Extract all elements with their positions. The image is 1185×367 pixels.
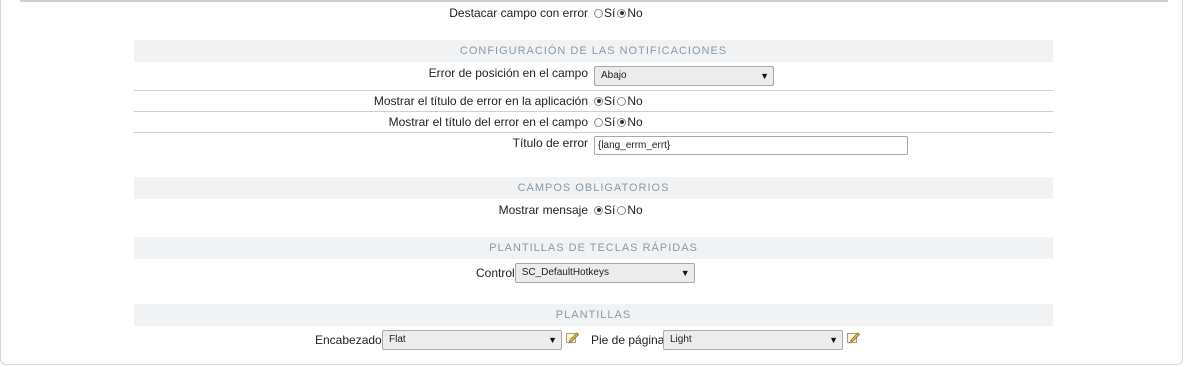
caret-down-icon: ▼ bbox=[760, 71, 769, 81]
section-notifications-title: CONFIGURACIÓN DE LAS NOTIFICACIONES bbox=[134, 40, 1053, 62]
separator bbox=[134, 111, 1053, 112]
show-title-field-label: Mostrar el título del error en el campo bbox=[388, 115, 588, 129]
show-message-yes-label: Sí bbox=[604, 203, 616, 217]
edit-pencil-icon[interactable] bbox=[847, 331, 860, 344]
row-error-position: Error de posición en el campo Abajo ▼ bbox=[134, 66, 1053, 88]
row-hotkeys-control: Control SC_DefaultHotkeys ▼ bbox=[476, 263, 695, 283]
separator bbox=[134, 90, 1053, 91]
row-show-title-field: Mostrar el título del error en el campo … bbox=[134, 115, 1053, 131]
hotkeys-control-value: SC_DefaultHotkeys bbox=[521, 267, 609, 278]
row-show-title-app: Mostrar el título de error en la aplicac… bbox=[134, 94, 1053, 110]
error-title-input[interactable]: {lang_errm_errt} bbox=[594, 136, 908, 155]
show-title-app-yes-label: Sí bbox=[604, 94, 616, 108]
row-highlight-field: Destacar campo con error Sí No bbox=[134, 6, 1053, 22]
edit-pencil-icon[interactable] bbox=[566, 331, 579, 344]
error-title-label: Título de error bbox=[512, 136, 588, 150]
separator bbox=[134, 132, 1053, 133]
highlight-field-no-label: No bbox=[627, 6, 643, 20]
caret-down-icon: ▼ bbox=[680, 268, 690, 278]
error-position-value: Abajo bbox=[601, 70, 627, 81]
show-message-yes-radio[interactable] bbox=[594, 205, 603, 215]
caret-down-icon: ▼ bbox=[829, 335, 838, 345]
show-title-app-label: Mostrar el título de error en la aplicac… bbox=[373, 94, 588, 108]
show-title-app-yes-radio[interactable] bbox=[594, 96, 603, 106]
show-title-field-no-label: No bbox=[627, 115, 643, 129]
template-header-label: Encabezado bbox=[315, 333, 382, 347]
row-error-title: Título de error {lang_errm_errt} bbox=[134, 136, 1053, 156]
template-header-select[interactable]: Flat ▼ bbox=[382, 330, 562, 350]
error-position-select[interactable]: Abajo ▼ bbox=[594, 66, 774, 86]
top-divider bbox=[20, 0, 1168, 2]
highlight-field-yes-label: Sí bbox=[604, 6, 616, 20]
show-title-field-yes-label: Sí bbox=[604, 115, 616, 129]
show-title-field-yes-radio[interactable] bbox=[594, 117, 603, 127]
template-footer-value: Light bbox=[670, 334, 692, 345]
show-message-no-label: No bbox=[627, 203, 643, 217]
caret-down-icon: ▼ bbox=[548, 335, 557, 345]
show-message-label: Mostrar mensaje bbox=[498, 203, 588, 217]
highlight-field-label: Destacar campo con error bbox=[449, 6, 588, 20]
row-show-message: Mostrar mensaje Sí No bbox=[134, 203, 1053, 219]
section-templates-title: PLANTILLAS bbox=[134, 304, 1053, 326]
highlight-field-yes-radio[interactable] bbox=[594, 8, 603, 18]
error-position-label: Error de posición en el campo bbox=[428, 66, 588, 80]
hotkeys-control-select[interactable]: SC_DefaultHotkeys ▼ bbox=[514, 263, 695, 283]
show-title-field-no-radio[interactable] bbox=[617, 117, 627, 127]
highlight-field-radios: Sí No bbox=[594, 6, 645, 20]
section-required-title: CAMPOS OBLIGATORIOS bbox=[134, 177, 1053, 199]
highlight-field-no-radio[interactable] bbox=[617, 8, 627, 18]
show-title-app-no-label: No bbox=[627, 94, 643, 108]
section-hotkeys-title: PLANTILLAS DE TECLAS RÁPIDAS bbox=[134, 237, 1053, 259]
template-footer-label: Pie de página bbox=[591, 333, 665, 347]
hotkeys-control-label: Control bbox=[476, 266, 515, 280]
show-title-app-no-radio[interactable] bbox=[617, 96, 627, 106]
template-footer-select[interactable]: Light ▼ bbox=[663, 330, 843, 350]
template-header-value: Flat bbox=[389, 334, 406, 345]
show-message-no-radio[interactable] bbox=[617, 205, 627, 215]
